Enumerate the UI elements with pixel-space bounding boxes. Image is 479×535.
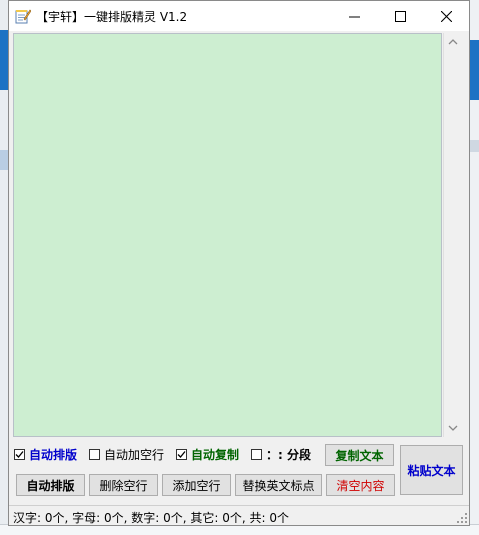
add-blank-lines-button[interactable]: 添加空行 — [162, 474, 231, 496]
auto-format-button[interactable]: 自动排版 — [16, 474, 85, 496]
scroll-up-icon[interactable] — [448, 37, 458, 47]
colon-paragraph-label: ：: 分段 — [266, 448, 311, 462]
minimize-button[interactable] — [331, 1, 377, 31]
close-button[interactable] — [423, 1, 469, 31]
clear-content-button[interactable]: 清空内容 — [326, 474, 395, 496]
minimize-icon — [348, 16, 360, 17]
auto-format-label: 自动排版 — [29, 448, 78, 462]
checkbox-box[interactable] — [251, 449, 262, 460]
app-window: 【宇轩】一键排版精灵 V1.2 自动排版 自动加空行 自动复制 ：: 分段 复制… — [8, 0, 470, 526]
status-bar: 汉字: 0个, 字母: 0个, 数字: 0个, 其它: 0个, 共: 0个 — [9, 505, 469, 525]
auto-copy-checkbox[interactable]: 自动复制 — [176, 446, 239, 463]
vertical-scrollbar[interactable] — [443, 33, 461, 437]
auto-format-checkbox[interactable]: 自动排版 — [14, 446, 77, 463]
maximize-icon — [394, 10, 406, 22]
auto-add-blank-line-checkbox[interactable]: 自动加空行 — [89, 446, 164, 463]
checkbox-box[interactable] — [14, 449, 25, 460]
desktop-blue-block — [469, 40, 479, 100]
close-icon — [440, 10, 452, 22]
colon-paragraph-checkbox[interactable]: ：: 分段 — [251, 446, 311, 463]
auto-add-blank-line-label: 自动加空行 — [104, 448, 165, 462]
character-count-status: 汉字: 0个, 字母: 0个, 数字: 0个, 其它: 0个, 共: 0个 — [13, 511, 289, 525]
auto-copy-label: 自动复制 — [191, 448, 240, 462]
desktop-gray-block — [469, 140, 479, 152]
checkbox-box[interactable] — [89, 449, 100, 460]
paste-text-button[interactable]: 粘贴文本 — [400, 445, 463, 495]
title-bar[interactable]: 【宇轩】一键排版精灵 V1.2 — [9, 1, 469, 31]
resize-grip-icon[interactable] — [457, 513, 467, 523]
scroll-down-icon[interactable] — [448, 423, 458, 433]
notepad-pencil-icon — [15, 8, 32, 24]
desktop-background-right — [469, 0, 479, 534]
check-icon — [15, 451, 24, 458]
maximize-button[interactable] — [377, 1, 423, 31]
text-editor-area[interactable] — [13, 33, 442, 437]
check-icon — [177, 451, 186, 458]
replace-english-punctuation-button[interactable]: 替换英文标点 — [235, 474, 322, 496]
window-title: 【宇轩】一键排版精灵 V1.2 — [36, 10, 188, 24]
delete-blank-lines-button[interactable]: 删除空行 — [89, 474, 158, 496]
copy-text-button[interactable]: 复制文本 — [325, 444, 394, 466]
checkbox-box[interactable] — [176, 449, 187, 460]
